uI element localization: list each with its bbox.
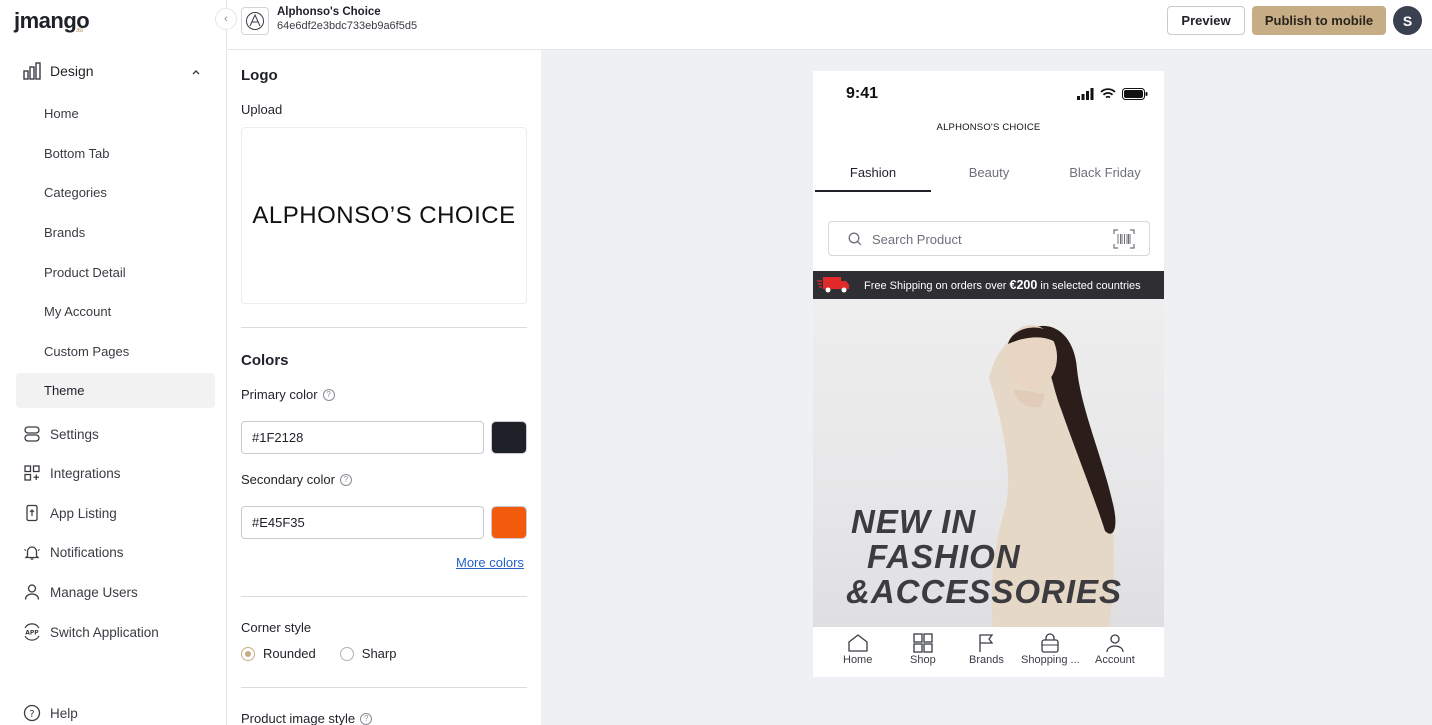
sidebar-item-design[interactable]: Design (16, 54, 215, 88)
phone-icon (22, 503, 42, 523)
hero-line-3: &ACCESSORIES (846, 573, 1123, 610)
primary-color-label: Primary color ? (241, 387, 335, 402)
sidebar-subitem-custom-pages[interactable]: Custom Pages (16, 334, 215, 369)
radio-rounded[interactable] (241, 646, 255, 661)
shopping-bag-icon (1041, 633, 1060, 653)
search-input[interactable]: Search Product (872, 232, 962, 247)
upload-label: Upload (241, 102, 283, 117)
help-icon[interactable]: ? (339, 473, 352, 486)
sidebar-item-help[interactable]: ? Help (16, 696, 215, 725)
sidebar-item-app-listing[interactable]: App Listing (16, 496, 215, 530)
help-circle-icon: ? (22, 703, 42, 723)
store-name: ALPHONSO'S CHOICE (936, 122, 1041, 133)
sidebar-item-label: Design (50, 63, 94, 79)
sidebar-item-manage-users[interactable]: Manage Users (16, 575, 215, 609)
account-icon (1106, 634, 1124, 653)
corner-style-options: Rounded Sharp (241, 646, 396, 661)
integrations-icon (22, 463, 42, 483)
preview-button[interactable]: Preview (1167, 6, 1245, 35)
barcode-scan-icon[interactable] (1113, 229, 1135, 254)
colors-heading: Colors (241, 352, 289, 369)
active-tab-indicator (815, 190, 931, 192)
jmango-logo[interactable]: jmango 360 (14, 8, 90, 34)
hero-line-2: FASHION (867, 538, 1021, 575)
bottom-tab-shopping[interactable]: Shopping ... (1021, 633, 1080, 666)
secondary-color-input[interactable]: #E45F35 (241, 506, 484, 539)
sidebar-subitem-theme[interactable]: Theme (16, 373, 215, 408)
corner-style-label: Corner style (241, 620, 312, 635)
app-icon: APP (22, 622, 42, 642)
bottom-tab-bar: Home Shop Brands Shopping ... Account (813, 627, 1164, 677)
sidebar: jmango 360 Design Home Bottom Tab Categor… (0, 0, 227, 725)
hero-banner[interactable]: NEW IN FASHION &ACCESSORIES (813, 299, 1164, 627)
secondary-color-label: Secondary color ? (241, 472, 352, 487)
sidebar-subitem-brands[interactable]: Brands (16, 215, 215, 250)
more-colors-link[interactable]: More colors (456, 555, 524, 570)
logo-preview-image: ALPHONSO’S CHOICE (252, 201, 516, 229)
search-bar[interactable]: Search Product (828, 221, 1150, 256)
primary-color-swatch[interactable] (491, 421, 527, 454)
sidebar-subitem-bottom-tab[interactable]: Bottom Tab (16, 136, 215, 171)
sidebar-item-notifications[interactable]: Notifications (16, 535, 215, 569)
divider (241, 327, 527, 328)
sidebar-item-settings[interactable]: Settings (16, 417, 215, 451)
secondary-color-swatch[interactable] (491, 506, 527, 539)
svg-text:?: ? (29, 709, 34, 720)
product-image-style-label: Product image style ? (241, 711, 373, 725)
radio-label: Sharp (361, 646, 397, 661)
bottom-tab-home[interactable]: Home (843, 633, 872, 666)
logo-heading: Logo (241, 67, 278, 84)
tab-fashion[interactable]: Fashion (815, 165, 931, 180)
primary-color-input[interactable]: #1F2128 (241, 421, 484, 454)
sidebar-subitem-home[interactable]: Home (16, 96, 215, 131)
app-id: 64e6df2e3bdc733eb9a6f5d5 (277, 20, 418, 32)
hero-line-1: NEW IN (851, 503, 977, 540)
divider (241, 687, 527, 688)
delivery-truck-icon (817, 275, 851, 298)
top-header: Alphonso's Choice 64e6df2e3bdc733eb9a6f5… (227, 0, 1432, 50)
grid-icon (913, 633, 933, 653)
app-name: Alphonso's Choice (277, 6, 381, 18)
user-icon (22, 582, 42, 602)
sidebar-item-integrations[interactable]: Integrations (16, 456, 215, 490)
help-icon[interactable]: ? (360, 712, 373, 725)
tab-black-friday[interactable]: Black Friday (1047, 165, 1163, 180)
battery-icon (1122, 87, 1148, 105)
sidebar-subitem-my-account[interactable]: My Account (16, 294, 215, 329)
user-avatar[interactable]: S (1393, 6, 1422, 35)
preview-canvas: 9:41 ALPHONSO'S CHOICE Fashion Beauty Bl… (541, 50, 1432, 725)
wifi-icon (1100, 87, 1116, 105)
publish-to-mobile-button[interactable]: Publish to mobile (1252, 6, 1386, 35)
chart-bar-icon (22, 61, 42, 81)
bottom-tab-brands[interactable]: Brands (969, 633, 1004, 666)
phone-preview: 9:41 ALPHONSO'S CHOICE Fashion Beauty Bl… (813, 71, 1164, 677)
collapse-sidebar-button[interactable]: ‹ (215, 8, 237, 30)
theme-settings-panel: Logo Upload ALPHONSO’S CHOICE Colors Pri… (227, 50, 541, 725)
divider (241, 596, 527, 597)
home-icon (848, 634, 868, 652)
bottom-tab-account[interactable]: Account (1095, 633, 1135, 666)
sidebar-subitem-categories[interactable]: Categories (16, 175, 215, 210)
flag-icon (979, 634, 994, 652)
bell-icon (22, 542, 42, 562)
shipping-banner[interactable]: Free Shipping on orders over €200 in sel… (813, 271, 1164, 299)
bottom-tab-shop[interactable]: Shop (910, 633, 936, 666)
sidebar-item-switch-application[interactable]: APP Switch Application (16, 615, 215, 649)
logo-upload-area[interactable]: ALPHONSO’S CHOICE (241, 127, 527, 304)
signal-icon (1076, 87, 1094, 105)
status-icons (1076, 87, 1148, 105)
app-avatar-icon (241, 7, 269, 35)
chevron-left-icon: ‹ (224, 13, 228, 25)
server-icon (22, 424, 42, 444)
tab-beauty[interactable]: Beauty (931, 165, 1047, 180)
chevron-up-icon[interactable] (191, 64, 201, 82)
app-root: jmango 360 Design Home Bottom Tab Categor… (0, 0, 1432, 725)
svg-text:APP: APP (25, 630, 39, 637)
sidebar-subitem-product-detail[interactable]: Product Detail (16, 255, 215, 290)
radio-label: Rounded (263, 646, 316, 661)
status-time: 9:41 (846, 85, 879, 102)
search-icon (848, 232, 862, 251)
help-icon[interactable]: ? (322, 388, 335, 401)
radio-sharp[interactable] (339, 646, 354, 661)
